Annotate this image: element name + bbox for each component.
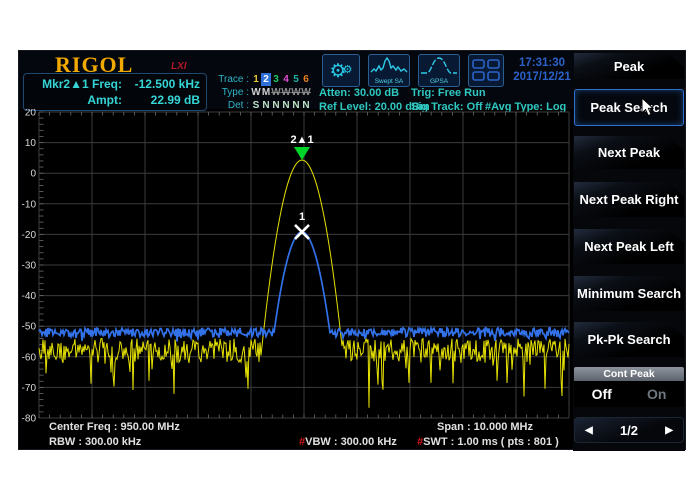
- gear-icon: ⚙⚙: [330, 61, 353, 82]
- display-layout-icon: [471, 58, 501, 84]
- marker-delta-ampt-label: Ampt:: [30, 92, 122, 108]
- gpsa-label: GPSA: [419, 78, 459, 85]
- gpsa-mode-button[interactable]: GPSA: [418, 54, 460, 87]
- atten-readout: Atten: 30.00 dB: [319, 87, 399, 99]
- gpsa-icon: [419, 55, 459, 75]
- trace-4-indicator[interactable]: 4: [281, 73, 291, 86]
- y-axis-tick-label: -10: [22, 199, 37, 210]
- trace-legend: Trace :123456Type :WMWWWWDet :SNNNNN: [211, 73, 321, 113]
- rbw-readout: RBW : 300.00 kHz: [49, 436, 141, 448]
- softkey-peak-search[interactable]: Peak Search: [574, 89, 684, 126]
- trace-5-type[interactable]: W: [291, 86, 301, 99]
- pager-next-icon[interactable]: ▶: [665, 425, 673, 436]
- display-layout-button[interactable]: [468, 54, 504, 87]
- header-bar: RIGOL LXI Mkr2▲1 Freq: -12.500 kHz Ampt:…: [19, 51, 575, 109]
- marker-delta-freq-label: Mkr2▲1 Freq:: [30, 76, 122, 92]
- y-axis-tick-label: -60: [22, 352, 37, 363]
- softkey-next-peak-left[interactable]: Next Peak Left: [574, 229, 684, 264]
- trace-1-indicator[interactable]: 1: [251, 73, 261, 86]
- y-axis-tick-label: -30: [22, 261, 37, 272]
- spectrum-display: 20 10 0 -10 -20 -30 -40 -50 -60 -70 -80 1 2▲1: [19, 109, 577, 425]
- legend-label: Trace :: [211, 73, 249, 86]
- y-axis-tick-label: 0: [30, 169, 36, 180]
- trace-type-row: Type :WMWWWW: [211, 86, 321, 99]
- y-axis-tick-label: -50: [22, 322, 37, 333]
- marker2-triangle-icon: [294, 147, 310, 160]
- trace-6-type[interactable]: W: [301, 86, 311, 99]
- clock: 17:31:30 2017/12/21: [506, 56, 578, 84]
- cont-peak-off-option[interactable]: Off: [592, 386, 612, 402]
- y-axis-tick-label: -80: [22, 414, 37, 425]
- span-readout: Span : 10.000 MHz: [437, 421, 533, 433]
- swept-sa-icon: [369, 55, 409, 75]
- marker-delta-ampt-value: 22.99 dB: [122, 92, 200, 108]
- y-axis-tick-label: -20: [22, 230, 37, 241]
- pager-page-label: 1/2: [620, 423, 638, 438]
- softkey-next-peak[interactable]: Next Peak: [574, 136, 684, 169]
- cont-peak-title: Cont Peak: [574, 367, 684, 381]
- center-freq-readout: Center Freq : 950.00 MHz: [49, 421, 180, 433]
- softkey-menu: Peak Peak Search Next Peak Next Peak Right N…: [573, 51, 685, 451]
- swept-sa-mode-button[interactable]: Swept SA: [368, 54, 410, 87]
- menu-pager: ◀ 1/2 ▶: [574, 417, 684, 443]
- trace-2-indicator[interactable]: 2: [261, 73, 271, 86]
- trig-readout: Trig: Free Run: [411, 87, 486, 99]
- swept-sa-label: Swept SA: [369, 78, 409, 85]
- legend-label: Type :: [211, 86, 249, 99]
- softkey-peak[interactable]: Peak: [574, 53, 684, 79]
- trace-numbers-row: Trace :123456: [211, 73, 321, 86]
- swt-readout: #SWT : 1.00 ms ( pts : 801 ): [417, 436, 559, 448]
- trace-2-type[interactable]: M: [261, 86, 271, 99]
- cont-peak-options: Off On: [574, 381, 684, 407]
- lxi-logo: LXI: [171, 61, 187, 72]
- softkey-minimum-search[interactable]: Minimum Search: [574, 276, 684, 311]
- marker-delta-freq-value: -12.500 kHz: [122, 76, 200, 92]
- softkey-cont-peak[interactable]: Cont Peak Off On: [574, 367, 684, 407]
- pager-prev-icon[interactable]: ◀: [585, 425, 593, 436]
- softkey-pk-pk-search[interactable]: Pk-Pk Search: [574, 322, 684, 357]
- trace-5-indicator[interactable]: 5: [291, 73, 301, 86]
- y-axis-tick-label: 20: [25, 109, 37, 119]
- trace-6-indicator[interactable]: 6: [301, 73, 311, 86]
- marker2-delta-label: 2▲1: [290, 134, 313, 146]
- mouse-cursor-icon: [641, 97, 655, 117]
- marker1-label: 1: [299, 211, 305, 223]
- vbw-readout: #VBW : 300.00 kHz: [299, 436, 397, 448]
- y-axis-tick-label: -70: [22, 383, 37, 394]
- trace-3-indicator[interactable]: 3: [271, 73, 281, 86]
- marker-readout-panel: Mkr2▲1 Freq: -12.500 kHz Ampt: 22.99 dB: [23, 73, 207, 111]
- cont-peak-on-option[interactable]: On: [647, 386, 666, 402]
- system-setup-button[interactable]: ⚙⚙: [322, 54, 360, 87]
- softkey-next-peak-right[interactable]: Next Peak Right: [574, 182, 684, 217]
- time-display: 17:31:30: [506, 56, 578, 70]
- trace-4-type[interactable]: W: [281, 86, 291, 99]
- y-axis-tick-label: -40: [22, 291, 37, 302]
- date-display: 2017/12/21: [506, 70, 578, 84]
- trace-1-type[interactable]: W: [251, 86, 261, 99]
- trace-3-type[interactable]: W: [271, 86, 281, 99]
- analyzer-screen: RIGOL LXI Mkr2▲1 Freq: -12.500 kHz Ampt:…: [18, 50, 686, 450]
- y-axis-tick-label: 10: [25, 138, 37, 149]
